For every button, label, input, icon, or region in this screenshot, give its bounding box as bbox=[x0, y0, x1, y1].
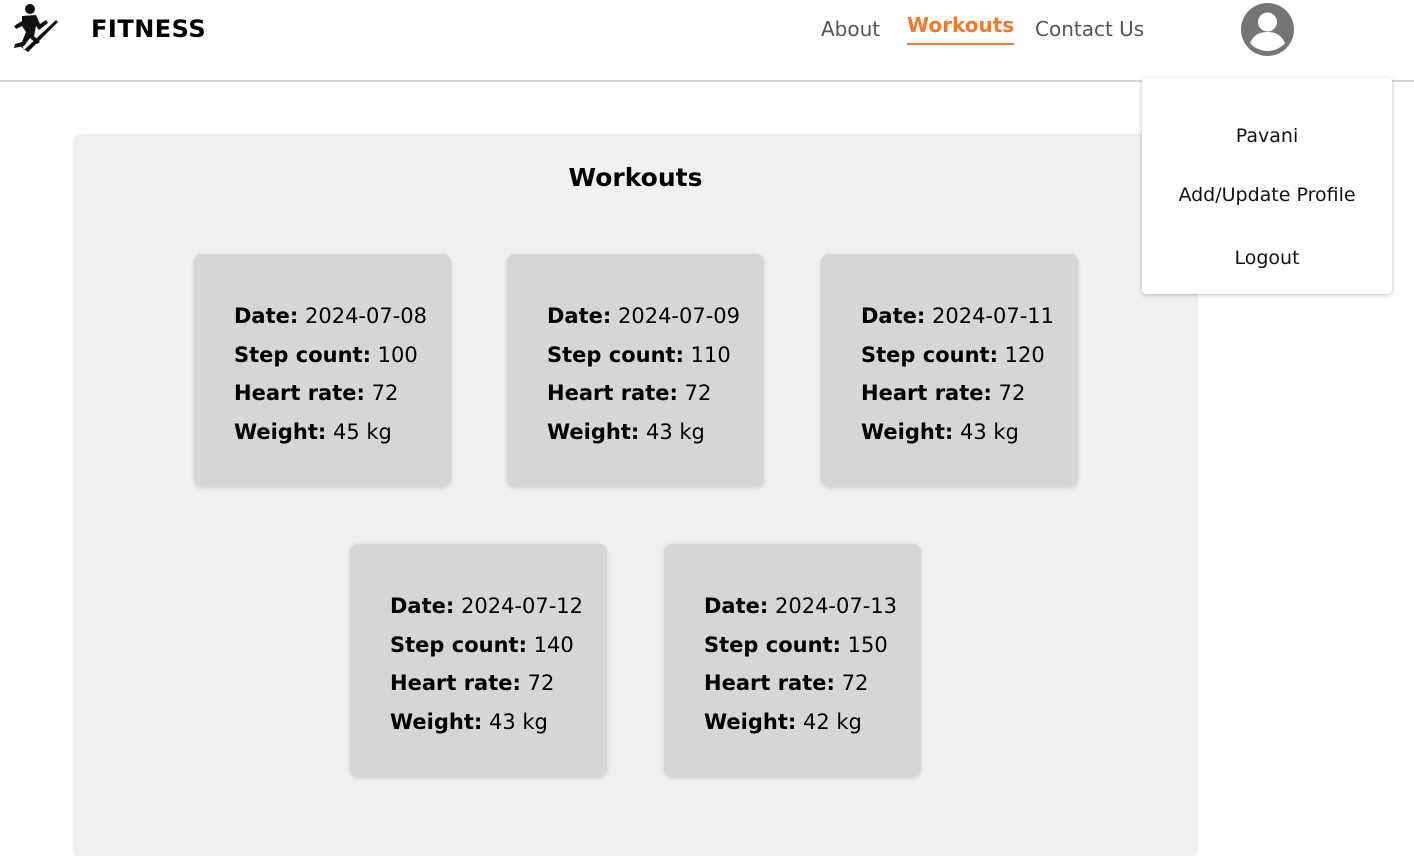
weight-row: Weight: 43 kg bbox=[861, 413, 1078, 452]
nav-workouts[interactable]: Workouts bbox=[907, 13, 1015, 45]
workout-card: Date: 2024-07-09 Step count: 110 Heart r… bbox=[507, 254, 764, 487]
weight-row: Weight: 45 kg bbox=[234, 413, 451, 452]
heart-label: Heart rate: bbox=[704, 671, 835, 695]
date-value: 2024-07-12 bbox=[460, 594, 584, 618]
weight-value: 45 kg bbox=[332, 419, 392, 444]
weight-label: Weight: bbox=[704, 709, 797, 734]
date-label: Date: bbox=[704, 594, 769, 618]
date-label: Date: bbox=[234, 304, 299, 328]
weight-value: 42 kg bbox=[802, 709, 862, 734]
heart-label: Heart rate: bbox=[861, 381, 992, 405]
steps-value: 120 bbox=[1004, 342, 1045, 367]
weight-row: Weight: 43 kg bbox=[547, 413, 764, 452]
weight-label: Weight: bbox=[861, 419, 954, 444]
nav-about[interactable]: About bbox=[821, 17, 880, 41]
top-navbar: FITNESS About Workouts Contact Us bbox=[0, 0, 1414, 82]
user-avatar-icon[interactable] bbox=[1241, 3, 1294, 56]
workout-card: Date: 2024-07-13 Step count: 150 Heart r… bbox=[664, 544, 921, 777]
heart-value: 72 bbox=[684, 381, 712, 405]
weight-label: Weight: bbox=[390, 709, 483, 734]
heart-row: Heart rate: 72 bbox=[234, 374, 451, 413]
weight-label: Weight: bbox=[234, 419, 327, 444]
date-label: Date: bbox=[861, 304, 926, 328]
weight-value: 43 kg bbox=[488, 709, 548, 734]
date-value: 2024-07-09 bbox=[617, 304, 741, 328]
steps-row: Step count: 110 bbox=[547, 336, 764, 375]
heart-value: 72 bbox=[527, 671, 555, 695]
heart-label: Heart rate: bbox=[547, 381, 678, 405]
weight-row: Weight: 43 kg bbox=[390, 703, 607, 742]
heart-value: 72 bbox=[371, 381, 399, 405]
heart-value: 72 bbox=[841, 671, 869, 695]
steps-label: Step count: bbox=[861, 342, 998, 367]
runner-logo-icon[interactable] bbox=[10, 2, 60, 56]
weight-label: Weight: bbox=[547, 419, 640, 444]
user-name[interactable]: Pavani bbox=[1142, 125, 1392, 147]
steps-value: 150 bbox=[847, 632, 888, 657]
user-menu-dropdown: Pavani Add/Update Profile Logout bbox=[1142, 78, 1392, 294]
date-row: Date: 2024-07-11 bbox=[861, 297, 1078, 336]
date-label: Date: bbox=[390, 594, 455, 618]
weight-value: 43 kg bbox=[959, 419, 1019, 444]
workout-card: Date: 2024-07-08 Step count: 100 Heart r… bbox=[194, 254, 451, 487]
steps-row: Step count: 150 bbox=[704, 626, 921, 665]
date-value: 2024-07-08 bbox=[304, 304, 428, 328]
steps-label: Step count: bbox=[234, 342, 371, 367]
brand-name: FITNESS bbox=[91, 15, 207, 43]
date-value: 2024-07-11 bbox=[931, 304, 1055, 328]
heart-label: Heart rate: bbox=[234, 381, 365, 405]
steps-value: 140 bbox=[533, 632, 574, 657]
date-row: Date: 2024-07-08 bbox=[234, 297, 451, 336]
heart-label: Heart rate: bbox=[390, 671, 521, 695]
nav-contact-us[interactable]: Contact Us bbox=[1035, 17, 1144, 41]
workouts-panel: Workouts Date: 2024-07-08 Step count: 10… bbox=[75, 136, 1196, 856]
steps-value: 100 bbox=[377, 342, 418, 367]
steps-row: Step count: 100 bbox=[234, 336, 451, 375]
steps-label: Step count: bbox=[547, 342, 684, 367]
heart-row: Heart rate: 72 bbox=[861, 374, 1078, 413]
date-row: Date: 2024-07-09 bbox=[547, 297, 764, 336]
steps-value: 110 bbox=[690, 342, 731, 367]
heart-row: Heart rate: 72 bbox=[390, 664, 607, 703]
weight-value: 43 kg bbox=[645, 419, 705, 444]
date-label: Date: bbox=[547, 304, 612, 328]
heart-row: Heart rate: 72 bbox=[704, 664, 921, 703]
update-profile-item[interactable]: Add/Update Profile bbox=[1142, 184, 1392, 206]
steps-label: Step count: bbox=[704, 632, 841, 657]
weight-row: Weight: 42 kg bbox=[704, 703, 921, 742]
workout-card: Date: 2024-07-11 Step count: 120 Heart r… bbox=[821, 254, 1078, 487]
page-title: Workouts bbox=[568, 163, 703, 192]
date-row: Date: 2024-07-13 bbox=[704, 587, 921, 626]
workout-card: Date: 2024-07-12 Step count: 140 Heart r… bbox=[350, 544, 607, 777]
logout-item[interactable]: Logout bbox=[1142, 247, 1392, 269]
heart-value: 72 bbox=[998, 381, 1026, 405]
steps-label: Step count: bbox=[390, 632, 527, 657]
steps-row: Step count: 120 bbox=[861, 336, 1078, 375]
heart-row: Heart rate: 72 bbox=[547, 374, 764, 413]
steps-row: Step count: 140 bbox=[390, 626, 607, 665]
date-row: Date: 2024-07-12 bbox=[390, 587, 607, 626]
date-value: 2024-07-13 bbox=[774, 594, 898, 618]
